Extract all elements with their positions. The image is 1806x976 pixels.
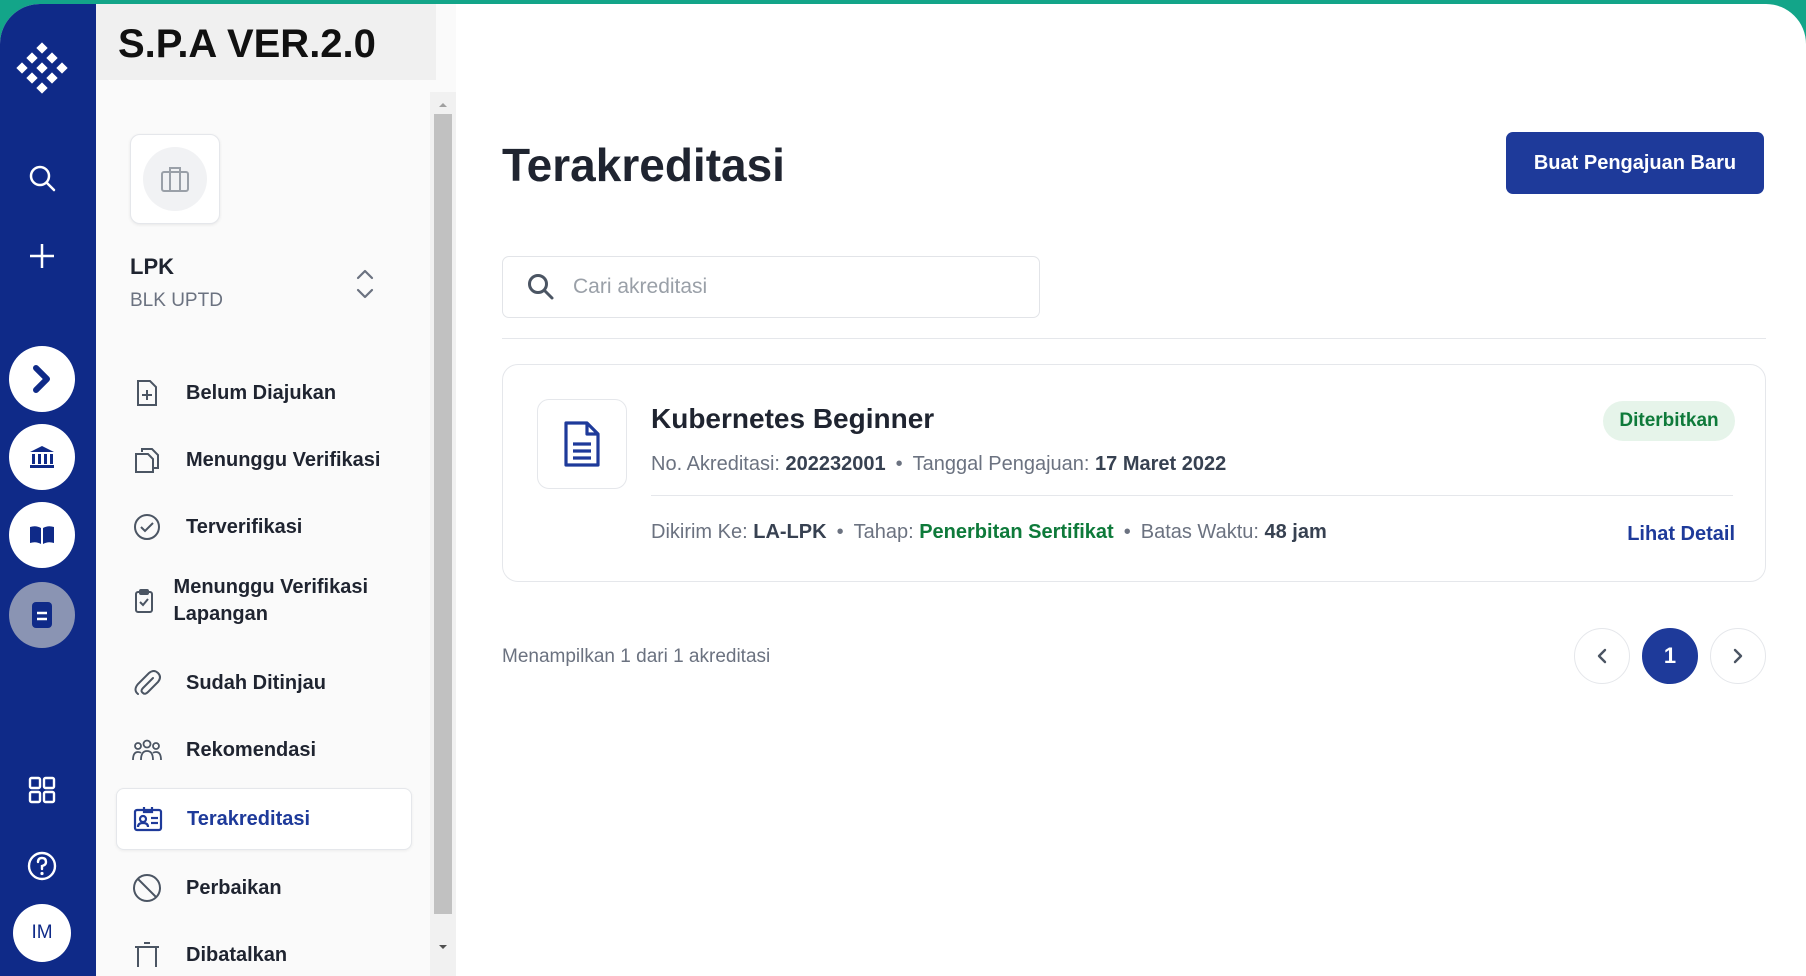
sidebar-item-menunggu-verifikasi-lapangan[interactable]: Menunggu Verifikasi Lapangan <box>116 568 412 634</box>
pagination-page-button[interactable]: 1 <box>1642 628 1698 684</box>
chevron-right-icon[interactable] <box>9 346 75 412</box>
view-detail-link[interactable]: Lihat Detail <box>1583 523 1735 546</box>
help-icon[interactable] <box>20 844 64 888</box>
sidebar-scrollbar[interactable] <box>430 92 456 976</box>
scroll-up-icon[interactable] <box>436 98 450 112</box>
submission-date: 17 Maret 2022 <box>1095 453 1227 475</box>
brand-title: S.P.A VER.2.0 <box>118 22 376 66</box>
pagination-next-button[interactable] <box>1710 628 1766 684</box>
book-icon[interactable] <box>9 502 75 568</box>
document-icon[interactable] <box>9 582 75 648</box>
briefcase-icon <box>161 167 189 192</box>
copy-icon <box>130 443 164 477</box>
stage: Penerbitan Sertifikat <box>919 521 1114 543</box>
sidebar-item-terverifikasi[interactable]: Terverifikasi <box>116 496 412 558</box>
grid-icon[interactable] <box>20 768 64 812</box>
avatar[interactable]: IM <box>13 904 71 962</box>
scrollbar-thumb[interactable] <box>434 114 452 914</box>
search-input[interactable] <box>573 275 1013 299</box>
pagination-prev-button[interactable] <box>1574 628 1630 684</box>
card-meta-secondary: Dikirim Ke: LA-LPK • Tahap: Penerbitan Ser… <box>651 521 1327 543</box>
org-logo-card[interactable] <box>130 134 220 224</box>
sidebar-item-rekomendasi[interactable]: Rekomendasi <box>116 719 412 781</box>
create-submission-button[interactable]: Buat Pengajuan Baru <box>1506 132 1764 194</box>
document-icon <box>537 399 627 489</box>
sidebar-item-sudah-ditinjau[interactable]: Sudah Ditinjau <box>116 652 412 714</box>
icon-rail: IM <box>0 4 96 976</box>
sidebar-item-dibatalkan[interactable]: Dibatalkan <box>116 924 412 976</box>
scroll-down-icon[interactable] <box>436 940 450 954</box>
check-circle-icon <box>130 510 164 544</box>
section-divider <box>502 338 1766 339</box>
search-box[interactable] <box>502 256 1040 318</box>
sidebar-item-terakreditasi[interactable]: Terakreditasi <box>116 788 412 850</box>
certificate-icon <box>131 802 165 836</box>
paperclip-icon <box>130 666 164 700</box>
sidebar-item-belum-diajukan[interactable]: Belum Diajukan <box>116 362 412 424</box>
logo-icon[interactable] <box>13 42 71 100</box>
card-title: Kubernetes Beginner <box>651 403 935 434</box>
page-title: Terakreditasi <box>502 139 785 191</box>
bank-icon[interactable] <box>9 424 75 490</box>
status-badge: Diterbitkan <box>1603 401 1735 441</box>
org-switcher-chevron-icon[interactable] <box>352 266 378 302</box>
search-icon <box>528 274 554 300</box>
org-subtitle: BLK UPTD <box>130 290 223 311</box>
accreditation-number: 202232001 <box>785 453 886 475</box>
chevron-left-icon <box>1597 648 1607 664</box>
main-content: Terakreditasi Buat Pengajuan Baru Kubern… <box>456 4 1806 976</box>
deadline: 48 jam <box>1264 521 1327 543</box>
brand-banner: S.P.A VER.2.0 <box>96 4 436 80</box>
card-meta-primary: No. Akreditasi: 202232001 • Tanggal Pengaj… <box>651 453 1227 475</box>
sidebar-item-perbaikan[interactable]: Perbaikan <box>116 857 412 919</box>
sidebar-item-menunggu-verifikasi[interactable]: Menunggu Verifikasi <box>116 429 412 491</box>
users-group-icon <box>130 733 164 767</box>
file-plus-icon <box>130 376 164 410</box>
results-summary: Menampilkan 1 dari 1 akreditasi <box>502 646 771 667</box>
sent-to: LA-LPK <box>753 521 827 543</box>
plus-icon[interactable] <box>20 234 64 278</box>
search-icon[interactable] <box>20 156 64 200</box>
org-name: LPK <box>130 254 174 279</box>
chevron-right-icon <box>1733 648 1743 664</box>
clipboard-check-icon <box>130 584 158 618</box>
accreditation-card: Kubernetes Beginner Diterbitkan No. Akre… <box>502 364 1766 582</box>
app-frame: IM S.P.A VER.2.0 LPK BLK UPTD Belum Diaj… <box>0 4 1806 976</box>
sidebar: S.P.A VER.2.0 LPK BLK UPTD Belum Diajuka… <box>96 4 456 976</box>
card-divider <box>651 495 1733 496</box>
archive-icon <box>130 938 164 972</box>
ban-icon <box>130 871 164 905</box>
